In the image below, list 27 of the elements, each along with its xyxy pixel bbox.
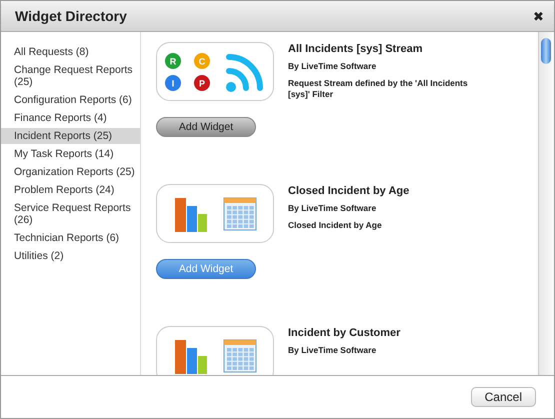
add-widget-button[interactable]: Add Widget (156, 117, 256, 137)
widget-description: Closed Incident by Age (288, 220, 383, 231)
category-item[interactable]: Configuration Reports (6) (1, 92, 140, 108)
scrollbar[interactable] (538, 32, 554, 375)
calendar-icon (223, 196, 257, 232)
scrollbar-thumb[interactable] (541, 38, 551, 64)
widget-title: All Incidents [sys] Stream (288, 43, 424, 55)
widget-author: By LiveTime Software (288, 203, 378, 214)
widget-title: Incident by Customer (288, 327, 402, 339)
category-item[interactable]: Technician Reports (6) (1, 230, 140, 246)
calendar-icon (223, 338, 257, 374)
category-item[interactable]: Service Request Reports (26) (1, 200, 140, 228)
category-item[interactable]: Finance Reports (4) (1, 110, 140, 126)
widget-author: By LiveTime Software (288, 61, 378, 72)
category-item[interactable]: All Requests (8) (1, 44, 140, 60)
widget-description: Request Stream defined by the 'All Incidents [sys]' Filter (288, 78, 469, 100)
cancel-button[interactable]: Cancel (470, 387, 536, 407)
category-item[interactable]: My Task Reports (14) (1, 146, 140, 162)
widget-author: By LiveTime Software (288, 345, 378, 356)
category-item[interactable]: Utilities (2) (1, 248, 140, 264)
category-item[interactable]: Organization Reports (25) (1, 164, 140, 180)
category-item[interactable]: Change Request Reports (25) (1, 62, 140, 90)
category-item[interactable]: Problem Reports (24) (1, 182, 140, 198)
widget-title: Closed Incident by Age (288, 185, 410, 197)
window-title: Widget Directory (15, 8, 127, 24)
category-item[interactable]: Incident Reports (25) (1, 128, 140, 144)
close-button[interactable]: ✖ (533, 8, 544, 24)
